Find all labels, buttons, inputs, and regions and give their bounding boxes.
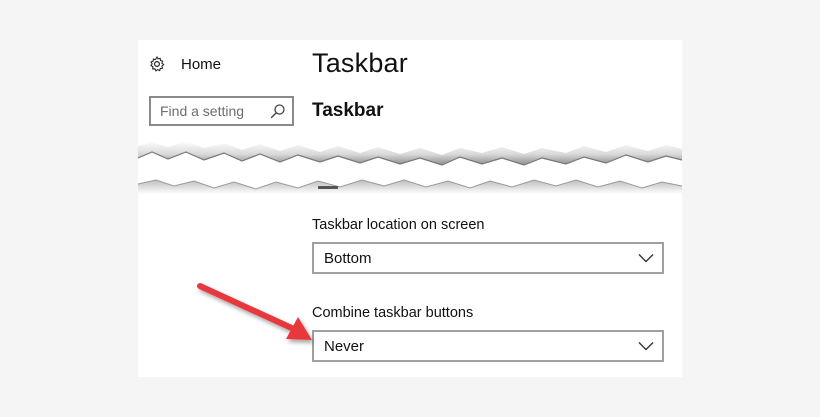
taskbar-location-label: Taskbar location on screen xyxy=(312,217,485,233)
combine-buttons-label: Combine taskbar buttons xyxy=(312,305,474,321)
chevron-down-icon xyxy=(638,342,654,351)
combine-buttons-dropdown[interactable]: Never xyxy=(312,330,664,362)
section-title: Taskbar xyxy=(312,100,384,121)
search-input[interactable] xyxy=(151,103,270,119)
chevron-down-icon xyxy=(638,254,654,263)
taskbar-location-dropdown[interactable]: Bottom xyxy=(312,242,664,274)
combine-buttons-value: Never xyxy=(324,337,365,355)
page-title: Taskbar xyxy=(312,48,408,78)
nav-home[interactable]: Home xyxy=(148,53,221,75)
torn-edge-divider xyxy=(138,141,682,194)
taskbar-location-value: Bottom xyxy=(324,249,372,267)
search-icon[interactable] xyxy=(270,103,286,119)
search-box[interactable] xyxy=(149,96,294,126)
home-label: Home xyxy=(181,55,222,73)
gear-icon xyxy=(150,56,165,72)
settings-window: Home Taskbar Taskbar xyxy=(138,40,682,377)
